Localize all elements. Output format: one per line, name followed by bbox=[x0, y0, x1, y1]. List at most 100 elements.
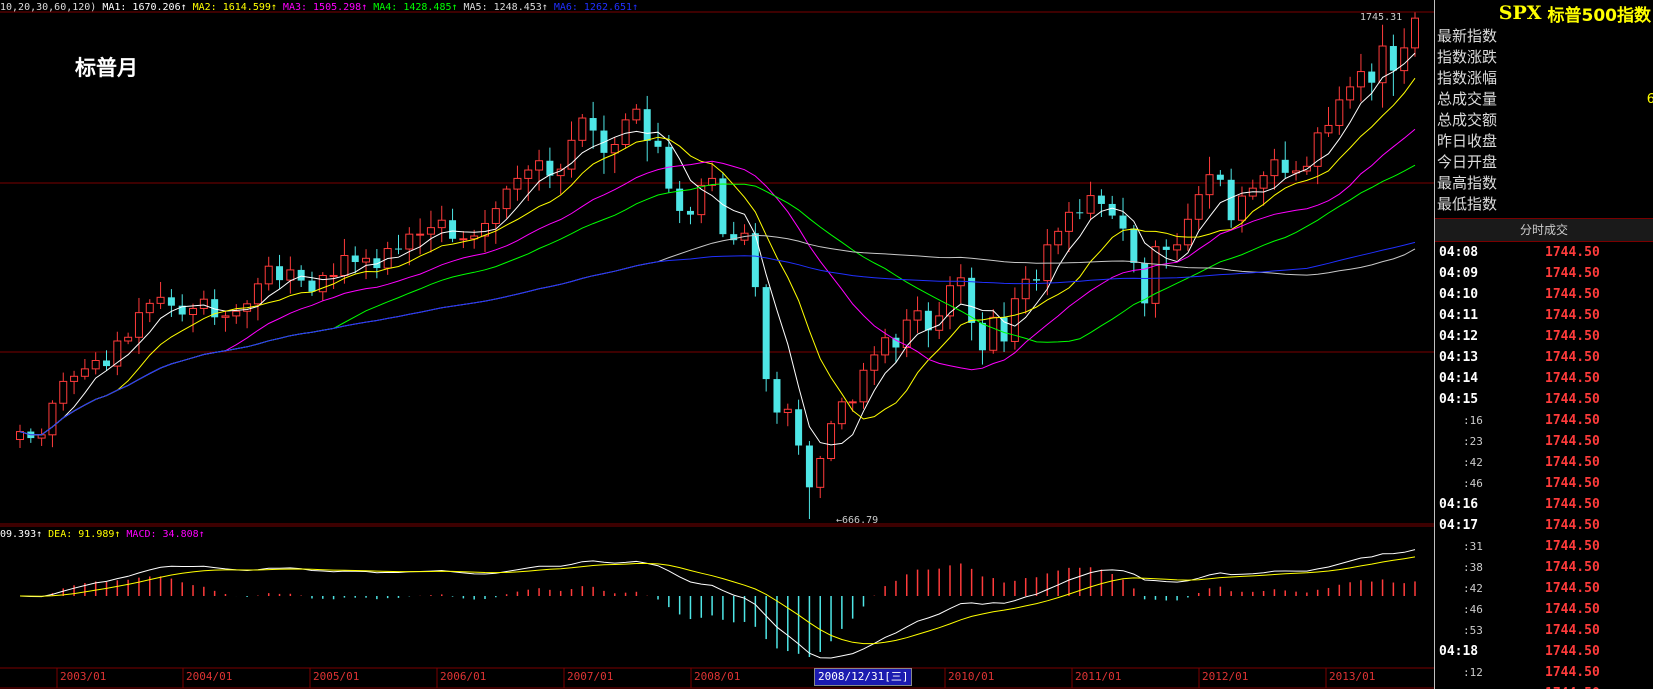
tick-row[interactable]: :23 1744.50 bbox=[1435, 431, 1653, 452]
x-tick-label: 2007/01 bbox=[567, 670, 614, 683]
tick-row[interactable]: 04:16 1744.50 bbox=[1435, 494, 1653, 515]
high-annotation: 1745.31 bbox=[1360, 12, 1403, 23]
tick-time: :38 bbox=[1463, 561, 1483, 574]
candle-body-up bbox=[459, 238, 468, 241]
low-annotation: ←666.79 bbox=[836, 515, 879, 526]
tick-price: 1744.50 bbox=[1545, 392, 1600, 407]
ticks-header[interactable]: 分时成交 bbox=[1435, 218, 1653, 242]
ma-lines bbox=[19, 52, 1416, 446]
tick-row[interactable]: :38 1744.50 bbox=[1435, 557, 1653, 578]
tick-row[interactable]: 04:12 1744.50 bbox=[1435, 326, 1653, 347]
grid-lines bbox=[0, 11, 1434, 689]
tick-time: :53 bbox=[1463, 624, 1483, 637]
tick-price: 1744.50 bbox=[1545, 683, 1600, 689]
candle-body-down bbox=[1076, 212, 1084, 214]
index-name: 标普500指数 bbox=[1547, 5, 1652, 26]
candle-body-up bbox=[859, 369, 868, 403]
ma-legend-item: MA5: 1248.453↑ bbox=[463, 2, 548, 13]
candle-body-up bbox=[1356, 71, 1365, 88]
ma-legend-item: 10,20,30,60,120) bbox=[0, 2, 97, 13]
candle-body-up bbox=[837, 401, 846, 425]
candle-body-down bbox=[654, 140, 662, 147]
candle-body-down bbox=[308, 280, 316, 292]
candle-body-up bbox=[1346, 86, 1355, 101]
chart-area[interactable]: 10,20,30,60,120) MA1: 1670.206↑ MA2: 1614.… bbox=[0, 0, 1434, 689]
x-tick-label: 2013/01 bbox=[1329, 670, 1376, 683]
chart-title: 标普月 bbox=[75, 55, 138, 80]
tick-price: 1744.50 bbox=[1545, 497, 1600, 512]
tick-row[interactable]: :31 1744.50 bbox=[1435, 683, 1653, 689]
tick-price: 1744.50 bbox=[1545, 245, 1600, 260]
tick-price: 1744.50 bbox=[1545, 455, 1600, 470]
candle-body-down bbox=[297, 269, 305, 281]
tick-row[interactable]: :46 1744.50 bbox=[1435, 473, 1653, 494]
tick-time: :12 bbox=[1463, 666, 1483, 679]
tick-row[interactable]: :31 1744.50 bbox=[1435, 536, 1653, 557]
candle-body-down bbox=[1000, 317, 1008, 342]
tick-time: 04:14 bbox=[1439, 371, 1479, 386]
chart-svg[interactable] bbox=[0, 0, 1434, 689]
quote-panel: SPX 标普500指数 最新指数指数涨跌指数涨幅总成交量 6 总成交额昨日收盘今日开… bbox=[1434, 0, 1653, 689]
info-row: 总成交量 6 bbox=[1435, 89, 1653, 110]
macd-legend-item: DEA: 91.989↑ bbox=[48, 529, 121, 540]
tick-time: :31 bbox=[1463, 540, 1483, 553]
candle-body-down bbox=[103, 360, 111, 367]
tick-row[interactable]: 04:11 1744.50 bbox=[1435, 305, 1653, 326]
cursor-date: 2008/12/31[三] bbox=[814, 668, 913, 686]
tick-row[interactable]: 04:08 1744.50 bbox=[1435, 242, 1653, 263]
macd-legend: 09.393↑ DEA: 91.989↑ MACD: 34.808↑ bbox=[0, 528, 211, 541]
candle-body-up bbox=[827, 423, 836, 460]
candle-body-up bbox=[253, 283, 262, 305]
candle-body-up bbox=[935, 315, 944, 331]
candle-body-down bbox=[276, 266, 284, 281]
candle-body-down bbox=[805, 445, 813, 488]
tick-row[interactable]: 04:18 1744.50 bbox=[1435, 641, 1653, 662]
tick-row[interactable]: :16 1744.50 bbox=[1435, 410, 1653, 431]
tick-row[interactable]: 04:14 1744.50 bbox=[1435, 368, 1653, 389]
candle-body-up bbox=[524, 169, 533, 179]
tick-list[interactable]: 04:08 1744.50 04:09 1744.50 04:10 1744.50 04:1… bbox=[1435, 242, 1653, 689]
tick-row[interactable]: 04:10 1744.50 bbox=[1435, 284, 1653, 305]
tick-row[interactable]: :53 1744.50 bbox=[1435, 620, 1653, 641]
tick-row[interactable]: :42 1744.50 bbox=[1435, 578, 1653, 599]
candle-body-up bbox=[124, 336, 133, 342]
x-tick-label: 2004/01 bbox=[186, 670, 233, 683]
candle-body-up bbox=[816, 458, 825, 488]
tick-row[interactable]: 04:17 1744.50 bbox=[1435, 515, 1653, 536]
ma-legend-item: MA1: 1670.206↑ bbox=[102, 2, 187, 13]
tick-time: 04:12 bbox=[1439, 329, 1479, 344]
candle-body-up bbox=[1205, 174, 1214, 196]
tick-price: 1744.50 bbox=[1545, 329, 1600, 344]
tick-row[interactable]: 04:09 1744.50 bbox=[1435, 263, 1653, 284]
candle-body-up bbox=[621, 119, 630, 145]
candle-body-up bbox=[1237, 195, 1246, 221]
candle-body-down bbox=[1227, 179, 1235, 221]
tick-time: 04:17 bbox=[1439, 518, 1479, 533]
candle-body-up bbox=[1324, 124, 1333, 134]
candle-body-up bbox=[502, 188, 511, 210]
info-row: 指数涨跌 bbox=[1435, 47, 1653, 68]
tick-time: :23 bbox=[1463, 435, 1483, 448]
x-tick-label: 2011/01 bbox=[1075, 670, 1122, 683]
tick-row[interactable]: 04:15 1744.50 bbox=[1435, 389, 1653, 410]
tick-time: 04:11 bbox=[1439, 308, 1479, 323]
candle-body-up bbox=[848, 401, 857, 404]
info-label: 最高指数 bbox=[1437, 174, 1498, 192]
candle-body-up bbox=[134, 312, 143, 338]
candle-body-down bbox=[762, 287, 770, 380]
ma1-line bbox=[19, 52, 1416, 446]
tick-row[interactable]: 04:13 1744.50 bbox=[1435, 347, 1653, 368]
candle-body-down bbox=[751, 233, 759, 288]
tick-price: 1744.50 bbox=[1545, 623, 1600, 638]
candle-body-up bbox=[1259, 175, 1268, 189]
info-label: 今日开盘 bbox=[1437, 153, 1498, 171]
tick-row[interactable]: :46 1744.50 bbox=[1435, 599, 1653, 620]
tick-row[interactable]: :12 1744.50 bbox=[1435, 662, 1653, 683]
candle-body-up bbox=[80, 368, 89, 377]
tick-row[interactable]: :42 1744.50 bbox=[1435, 452, 1653, 473]
ma-legend-item: MA3: 1505.298↑ bbox=[282, 2, 368, 13]
candle-body-up bbox=[870, 354, 879, 371]
candle-body-down bbox=[1097, 195, 1105, 204]
tick-time: 04:08 bbox=[1439, 245, 1479, 260]
candle-body-up bbox=[881, 337, 890, 356]
